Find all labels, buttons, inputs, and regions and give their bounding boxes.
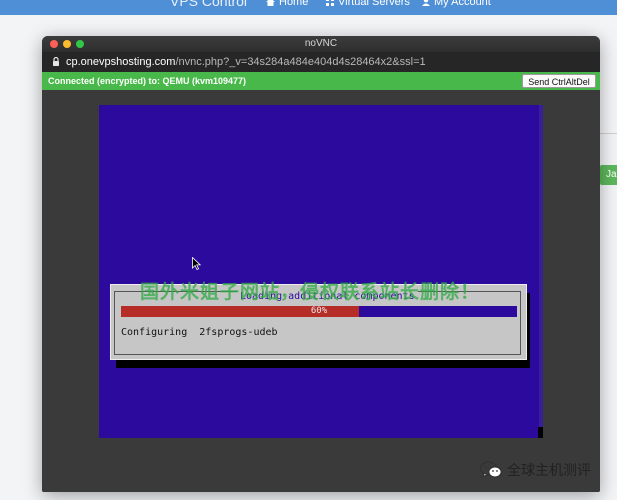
maximize-window-button[interactable]: [76, 40, 84, 48]
progress-label: 60%: [310, 306, 328, 316]
lock-icon: [53, 57, 59, 66]
configuring-status-text: Configuring 2fsprogs-udeb: [121, 327, 278, 338]
nav-my-account[interactable]: My Account: [422, 0, 491, 8]
progress-bar: 60%: [121, 306, 517, 317]
top-navigation: VPS Control Home Virtual Servers My Acco…: [0, 0, 617, 15]
user-icon: [422, 0, 430, 6]
nav-my-account-label: My Account: [434, 0, 491, 8]
send-ctrl-alt-del-button[interactable]: Send CtrlAltDel: [522, 74, 596, 88]
brand-title: VPS Control: [170, 0, 248, 9]
nav-virtual-servers[interactable]: Virtual Servers: [326, 0, 410, 8]
divider: [600, 133, 617, 134]
nav-virtual-servers-label: Virtual Servers: [338, 0, 410, 8]
watermark-text: 国外米姐子网站，侵权联系站长删除！: [140, 281, 481, 303]
nav-home[interactable]: Home: [266, 0, 308, 8]
wechat-icon: [480, 461, 502, 479]
window-title: noVNC: [304, 38, 338, 49]
home-icon: [266, 0, 275, 6]
address-bar[interactable]: cp.onevpshosting.com/nvnc.php?_v=34s284a…: [42, 52, 600, 72]
mouse-cursor-icon: [192, 257, 202, 270]
url-host: cp.onevpshosting.com: [66, 56, 176, 68]
connection-status-text: Connected (encrypted) to: QEMU (kvm10947…: [48, 76, 247, 86]
connection-status-bar: Connected (encrypted) to: QEMU (kvm10947…: [42, 72, 600, 90]
nav-home-label: Home: [279, 0, 309, 8]
window-titlebar[interactable]: noVNC: [42, 36, 600, 52]
background-action-button[interactable]: Ja: [600, 165, 617, 185]
grid-icon: [326, 0, 334, 6]
close-window-button[interactable]: [50, 40, 58, 48]
screen-corner: [538, 427, 543, 438]
wechat-badge: 全球主机测评: [480, 460, 591, 480]
wechat-label: 全球主机测评: [507, 463, 591, 479]
screen-edge: [539, 105, 543, 438]
url-text: cp.onevpshosting.com/nvnc.php?_v=34s284a…: [66, 52, 426, 72]
vnc-screen[interactable]: Loading additional components 60% Config…: [99, 105, 543, 438]
minimize-window-button[interactable]: [63, 40, 71, 48]
novnc-window: noVNC cp.onevpshosting.com/nvnc.php?_v=3…: [42, 36, 600, 492]
url-path: /nvnc.php?_v=34s284a484e404d4s28464x2&ss…: [175, 56, 426, 68]
